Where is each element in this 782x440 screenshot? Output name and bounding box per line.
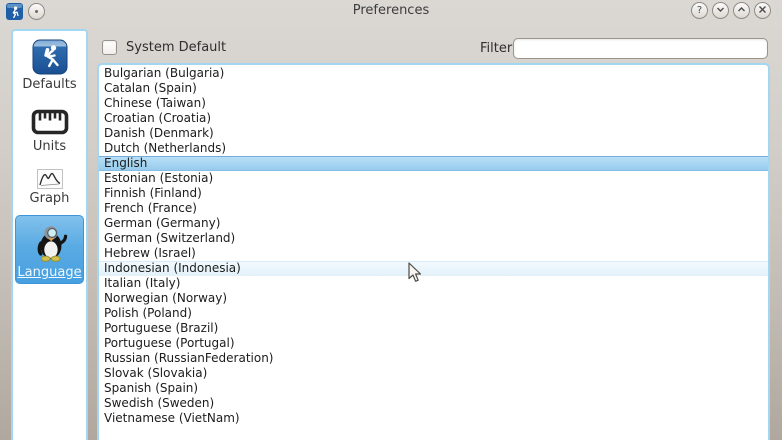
language-list-item[interactable]: Hebrew (Israel) xyxy=(99,246,768,261)
sidebar-item-graph[interactable]: Graph xyxy=(15,163,84,210)
minimize-button[interactable] xyxy=(712,2,729,19)
window-title: Preferences xyxy=(0,3,782,18)
sidebar-item-label: Language xyxy=(17,265,81,280)
language-list-item[interactable]: Portuguese (Portugal) xyxy=(99,336,768,351)
language-list-item[interactable]: Croatian (Croatia) xyxy=(99,111,768,126)
sidebar-item-defaults[interactable]: Defaults xyxy=(15,33,84,96)
help-icon: ? xyxy=(697,6,702,16)
sidebar-item-label: Graph xyxy=(30,191,70,206)
ruler-icon xyxy=(31,107,69,137)
system-default-label: System Default xyxy=(126,40,226,55)
sidebar-item-language[interactable]: Language xyxy=(15,215,84,284)
language-list-item[interactable]: Estonian (Estonia) xyxy=(99,171,768,186)
language-list-item[interactable]: Vietnamese (VietNam) xyxy=(99,411,768,426)
close-icon xyxy=(758,5,767,17)
preferences-window: Preferences ? Defaults xyxy=(0,0,782,440)
language-list-item[interactable]: Danish (Denmark) xyxy=(99,126,768,141)
filter-input[interactable] xyxy=(513,38,768,59)
language-list-item[interactable]: Slovak (Slovakia) xyxy=(99,366,768,381)
language-list-item[interactable]: Norwegian (Norway) xyxy=(99,291,768,306)
language-list-item[interactable]: Dutch (Netherlands) xyxy=(99,141,768,156)
filter-label: Filter xyxy=(480,41,512,56)
language-list-item[interactable]: English xyxy=(99,156,768,171)
chevron-down-icon xyxy=(716,5,725,17)
language-list-item[interactable]: Bulgarian (Bulgaria) xyxy=(99,66,768,81)
penguin-icon xyxy=(29,221,71,263)
help-button[interactable]: ? xyxy=(691,2,708,19)
language-list-item[interactable]: Indonesian (Indonesia) xyxy=(99,261,768,276)
window-buttons: ? xyxy=(691,2,771,19)
maximize-button[interactable] xyxy=(733,2,750,19)
chevron-up-icon xyxy=(737,5,746,17)
sidebar-item-label: Defaults xyxy=(22,77,76,92)
language-list-item[interactable]: Russian (RussianFederation) xyxy=(99,351,768,366)
language-list-item[interactable]: German (Germany) xyxy=(99,216,768,231)
graph-icon xyxy=(37,169,63,189)
sidebar-item-label: Units xyxy=(33,139,66,154)
close-button[interactable] xyxy=(754,2,771,19)
language-list-item[interactable]: Chinese (Taiwan) xyxy=(99,96,768,111)
language-list-item[interactable]: Catalan (Spain) xyxy=(99,81,768,96)
language-list-item[interactable]: German (Switzerland) xyxy=(99,231,768,246)
language-list-item[interactable]: Spanish (Spain) xyxy=(99,381,768,396)
language-list[interactable]: Bulgarian (Bulgaria)Catalan (Spain)Chine… xyxy=(97,63,770,440)
language-list-item[interactable]: Portuguese (Brazil) xyxy=(99,321,768,336)
language-list-item[interactable]: French (France) xyxy=(99,201,768,216)
sidebar: Defaults Units Graph xyxy=(11,29,88,440)
language-list-item[interactable]: Polish (Poland) xyxy=(99,306,768,321)
diver-icon xyxy=(32,39,68,75)
titlebar: Preferences ? xyxy=(0,0,782,22)
language-list-item[interactable]: Swedish (Sweden) xyxy=(99,396,768,411)
system-default-checkbox[interactable] xyxy=(102,40,117,55)
language-list-item[interactable]: Italian (Italy) xyxy=(99,276,768,291)
sidebar-item-units[interactable]: Units xyxy=(15,101,84,158)
language-list-item[interactable]: Finnish (Finland) xyxy=(99,186,768,201)
